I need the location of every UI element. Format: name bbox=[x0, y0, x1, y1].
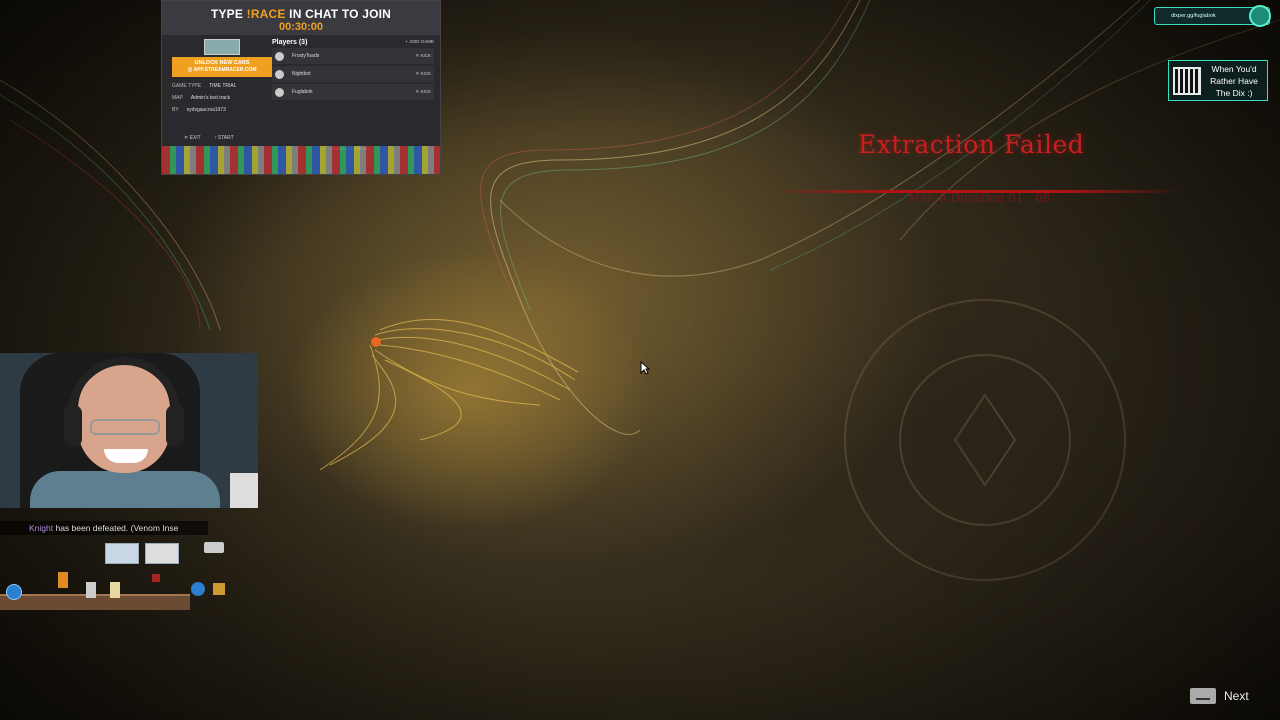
extraction-title: Extraction Failed bbox=[858, 130, 1085, 159]
race-info: UNLOCK NEW CARS @ APP.STREAMRACER.COM GA… bbox=[172, 39, 272, 113]
race-header: TYPE !RACE IN CHAT TO JOIN 00:30:00 bbox=[162, 1, 440, 35]
background-object bbox=[230, 473, 258, 508]
race-title-post: IN CHAT TO JOIN bbox=[285, 7, 392, 21]
defeat-notification: Knight has been defeated. (Venom Inse bbox=[0, 521, 208, 535]
mascot-logo-icon bbox=[1249, 5, 1271, 27]
unlock-banner[interactable]: UNLOCK NEW CARS @ APP.STREAMRACER.COM bbox=[172, 57, 272, 77]
spacebar-key-icon bbox=[1190, 688, 1216, 704]
qr-code-icon bbox=[1173, 66, 1201, 95]
by-label: BY bbox=[172, 107, 179, 113]
brand-badge: dixper.gg/fuglabok bbox=[1154, 5, 1271, 27]
unlock-url: @ APP.STREAMRACER.COM bbox=[187, 67, 257, 73]
game-type-label: GAME TYPE bbox=[172, 83, 202, 89]
brand-url: dixper.gg/fuglabok bbox=[1171, 13, 1216, 19]
kick-button[interactable]: ✕ KICK bbox=[415, 53, 431, 59]
map-value: Admin's test track bbox=[190, 95, 231, 101]
unlock-title: UNLOCK NEW CARS bbox=[194, 60, 250, 66]
headset-ear-right bbox=[166, 405, 184, 447]
next-label: Next bbox=[1224, 689, 1249, 703]
crate-icon bbox=[213, 583, 225, 595]
item-card-icon[interactable] bbox=[105, 543, 139, 564]
defeat-text: has been defeated. (Venom Inse bbox=[53, 523, 179, 533]
game-type-value: TIME TRIAL bbox=[209, 83, 237, 89]
next-prompt[interactable]: Next bbox=[1190, 688, 1249, 704]
by-value: sydsgaucrsa1973 bbox=[186, 107, 226, 113]
defeated-player-name: Knight bbox=[29, 523, 54, 533]
knight-sprite bbox=[86, 582, 96, 598]
qr-caption: When You'd Rather Have The Dix :) bbox=[1201, 63, 1267, 99]
by-row: BY sydsgaucrsa1973 bbox=[172, 107, 272, 113]
player-name: Nightbot bbox=[292, 71, 311, 77]
race-title: TYPE !RACE IN CHAT TO JOIN bbox=[162, 1, 440, 21]
car-thumbnail bbox=[204, 39, 240, 55]
orb-icon bbox=[191, 582, 205, 596]
player-name: FrostyToads bbox=[292, 53, 320, 59]
race-command: !RACE bbox=[246, 7, 286, 21]
qr-caption-line: When You'd bbox=[1211, 63, 1257, 74]
chest-icon[interactable] bbox=[204, 542, 224, 553]
player-row: FrostyToads ✕ KICK bbox=[272, 48, 434, 64]
players-panel: Players (3) + JOIN GAME FrostyToads ✕ KI… bbox=[272, 39, 434, 100]
glasses bbox=[90, 419, 160, 435]
race-overlay: TYPE !RACE IN CHAT TO JOIN 00:30:00 UNLO… bbox=[161, 0, 441, 175]
enemy-sprite bbox=[152, 574, 160, 582]
streamer-shirt bbox=[30, 471, 220, 508]
exit-button[interactable]: ✕ EXIT bbox=[184, 135, 201, 141]
join-game-button[interactable]: + JOIN GAME bbox=[405, 39, 434, 46]
race-track-preview bbox=[162, 146, 440, 174]
race-title-pre: TYPE bbox=[210, 7, 247, 21]
kick-button[interactable]: ✕ KICK bbox=[415, 89, 431, 95]
webcam-feed bbox=[0, 353, 258, 508]
portal-icon bbox=[6, 584, 22, 600]
race-timer: 00:30:00 bbox=[278, 21, 324, 33]
match-duration: Match Duration 01 : 08 bbox=[908, 191, 1051, 205]
player-name: Fuglabok bbox=[292, 89, 313, 95]
mouse-cursor-icon bbox=[640, 361, 650, 375]
qr-caption-line: The Dix :) bbox=[1215, 87, 1253, 98]
torch-sprite bbox=[58, 572, 68, 588]
map-label: MAP bbox=[172, 95, 183, 101]
player-avatar bbox=[275, 69, 284, 79]
map-row: MAP Admin's test track bbox=[172, 95, 272, 101]
player-row: Nightbot ✕ KICK bbox=[272, 66, 434, 82]
player-row: Fuglabok ✕ KICK bbox=[272, 84, 434, 100]
headset-ear-left bbox=[64, 405, 82, 447]
game-type-row: GAME TYPE TIME TRIAL bbox=[172, 83, 272, 89]
qr-panel: When You'd Rather Have The Dix :) bbox=[1168, 60, 1268, 101]
race-controls: ✕ EXIT › START bbox=[184, 135, 234, 141]
kick-button[interactable]: ✕ KICK bbox=[415, 71, 431, 77]
start-button[interactable]: › START bbox=[215, 135, 234, 141]
players-count: Players (3) bbox=[272, 39, 308, 46]
player-avatar bbox=[275, 87, 284, 97]
players-header: Players (3) + JOIN GAME bbox=[272, 39, 434, 46]
item-card-icon[interactable] bbox=[145, 543, 179, 564]
qr-caption-line: Rather Have bbox=[1210, 75, 1258, 86]
hero-sprite bbox=[110, 582, 120, 598]
player-avatar bbox=[275, 51, 284, 61]
